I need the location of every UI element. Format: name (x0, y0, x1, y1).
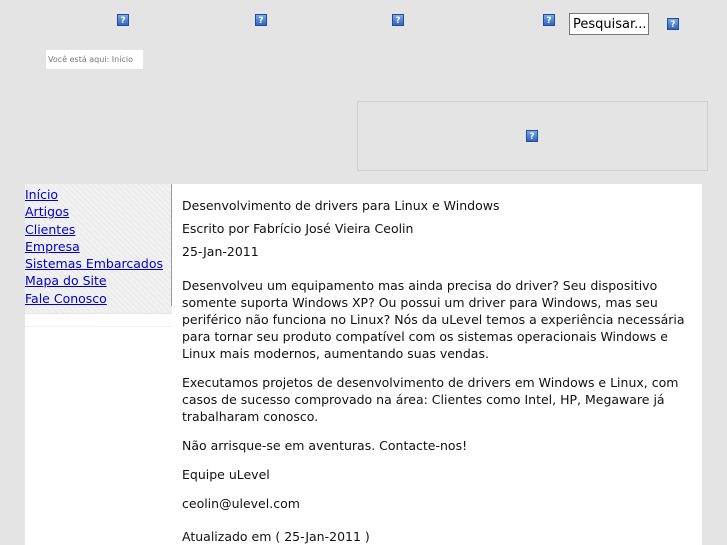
broken-image-icon: ? (392, 14, 404, 26)
main-menu: Início Artigos Clientes Empresa Sistemas… (25, 184, 172, 315)
sidebar: Início Artigos Clientes Empresa Sistemas… (25, 184, 172, 545)
article-date: 25-Jan-2011 (182, 244, 259, 259)
article: Desenvolvimento de drivers para Linux e … (172, 184, 702, 545)
menu-item-fale-conosco[interactable]: Fale Conosco (25, 290, 172, 307)
menu-item-empresa[interactable]: Empresa (25, 238, 172, 255)
broken-image-icon: ? (117, 14, 129, 26)
broken-image-icon: ? (543, 14, 555, 26)
article-paragraph: Não arrisque-se em aventuras. Contacte-n… (182, 438, 468, 453)
article-author: Escrito por Fabrício José Vieira Ceolin (182, 221, 414, 236)
article-paragraph: Desenvolveu um equipamento mas ainda pre… (182, 278, 685, 361)
article-paragraph: Executamos projetos de desenvolvimento d… (182, 375, 679, 424)
broken-image-icon: ? (255, 14, 267, 26)
updated-date: Atualizado em ( 25-Jan-2011 ) (182, 529, 370, 544)
article-signature: Equipe uLevel (182, 467, 270, 482)
menu-item-inicio[interactable]: Início (25, 186, 172, 203)
menu-item-artigos[interactable]: Artigos (25, 203, 172, 220)
menu-item-clientes[interactable]: Clientes (25, 221, 172, 238)
menu-item-sistemas-embarcados[interactable]: Sistemas Embarcados (25, 255, 172, 272)
article-title: Desenvolvimento de drivers para Linux e … (182, 198, 500, 213)
broken-image-icon: ? (526, 130, 538, 142)
search-button-icon[interactable]: ? (667, 18, 679, 30)
search-input[interactable] (569, 13, 649, 35)
menu-item-mapa-do-site[interactable]: Mapa do Site (25, 272, 172, 289)
contact-email: ceolin@ulevel.com (182, 496, 300, 511)
sidebar-divider (25, 314, 172, 328)
breadcrumb: Você está aqui: Início (46, 50, 143, 69)
banner: ? (357, 101, 708, 171)
